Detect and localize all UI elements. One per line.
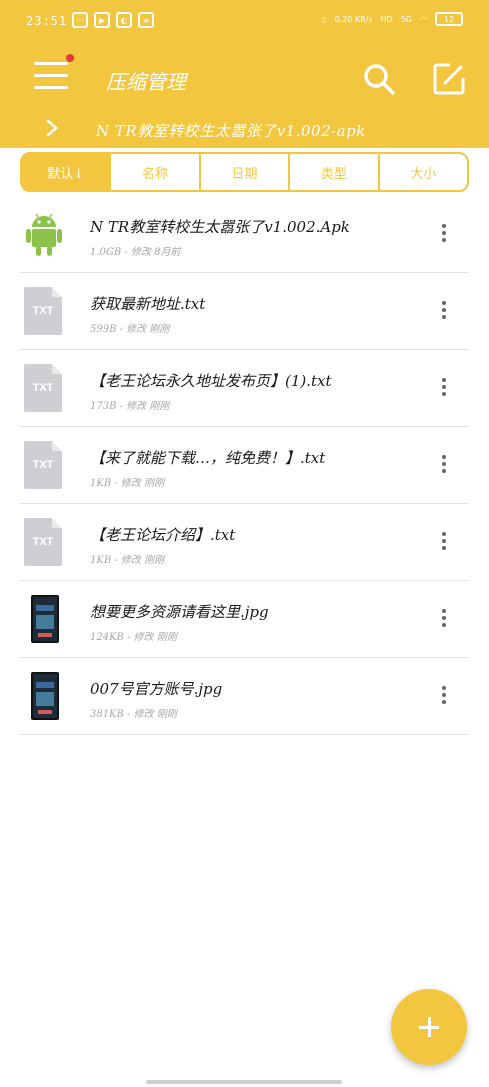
txt-label: TXT <box>32 459 54 471</box>
plus-icon-vertical <box>428 1017 431 1037</box>
signal-5g-icon: 5G <box>400 14 413 24</box>
home-indicator[interactable] <box>146 1080 342 1084</box>
more-options-icon[interactable] <box>436 532 452 556</box>
file-row[interactable]: TXT 【来了就能下载…，纯免费！】.txt 1KB - 修改 刚刚 <box>20 427 469 504</box>
status-bar: 23:51 ··· ▶ ◐ ≡ ▯ 0.20 KB/s HD 5G ◠ 12 <box>0 0 489 44</box>
file-meta: 1.0GB - 修改 8月前 <box>90 247 181 258</box>
more-options-icon[interactable] <box>436 609 452 633</box>
add-fab-button[interactable] <box>391 989 467 1065</box>
search-button[interactable] <box>362 62 398 98</box>
vibrate-icon: ▯ <box>322 14 327 24</box>
file-row[interactable]: N TR教室转校生太嚣张了v1.002.Apk 1.0GB - 修改 8月前 <box>20 196 469 273</box>
file-row[interactable]: 007号官方账号.jpg 381KB - 修改 刚刚 <box>20 658 469 735</box>
txt-file-icon: TXT <box>24 518 64 568</box>
file-meta: 173B - 修改 刚刚 <box>90 401 170 412</box>
txt-file-icon: TXT <box>24 441 64 491</box>
sort-tab-default[interactable]: 默认↓ <box>22 154 112 190</box>
image-thumbnail <box>24 672 64 722</box>
file-row[interactable]: TXT 获取最新地址.txt 599B - 修改 刚刚 <box>20 273 469 350</box>
battery-icon: 12 <box>435 12 463 26</box>
status-notification-icons: ··· ▶ ◐ ≡ <box>72 12 154 28</box>
txt-label: TXT <box>32 305 54 317</box>
battery-level: 12 <box>443 14 455 24</box>
file-name: 【来了就能下载…，纯免费！】.txt <box>90 449 326 467</box>
file-name: 【老王论坛永久地址发布页】(1).txt <box>90 372 332 390</box>
file-name: 007号官方账号.jpg <box>90 680 223 698</box>
page-title: 压缩管理 <box>106 70 186 94</box>
status-time: 23:51 <box>26 14 68 28</box>
file-row[interactable]: 想要更多资源请看这里.jpg 124KB - 修改 刚刚 <box>20 581 469 658</box>
breadcrumb-path[interactable]: N TR教室转校生太嚣张了v1.002-apk <box>96 120 366 141</box>
file-meta: 599B - 修改 刚刚 <box>90 324 170 335</box>
file-name: N TR教室转校生太嚣张了v1.002.Apk <box>90 218 350 236</box>
file-name: 想要更多资源请看这里.jpg <box>90 603 269 621</box>
menu-line-2 <box>34 74 68 77</box>
txt-label: TXT <box>32 382 54 394</box>
breadcrumb-chevron[interactable] <box>44 118 60 138</box>
file-row[interactable]: TXT 【老王论坛介绍】.txt 1KB - 修改 刚刚 <box>20 504 469 581</box>
more-options-icon[interactable] <box>436 224 452 248</box>
android-icon <box>24 210 64 260</box>
status-right-icons: ▯ 0.20 KB/s HD 5G ◠ 12 <box>322 12 463 26</box>
more-options-icon[interactable] <box>436 455 452 479</box>
txt-file-icon: TXT <box>24 287 64 337</box>
txt-file-icon: TXT <box>24 364 64 414</box>
menu-button[interactable] <box>34 62 68 90</box>
sort-bar: 默认↓ 名称 日期 类型 大小 <box>20 152 469 192</box>
message-icon: ≡ <box>138 12 154 28</box>
sort-tab-name[interactable]: 名称 <box>111 154 201 190</box>
sort-tab-type[interactable]: 类型 <box>290 154 380 190</box>
wifi-icon: ◠ <box>420 14 427 24</box>
more-notifications-icon: ··· <box>72 12 88 28</box>
app-header: 压缩管理 <box>0 44 489 112</box>
breadcrumb: N TR教室转校生太嚣张了v1.002-apk <box>0 112 489 148</box>
search-icon <box>364 64 395 95</box>
hd-icon: HD <box>380 14 393 24</box>
file-meta: 381KB - 修改 刚刚 <box>90 709 177 720</box>
file-list: N TR教室转校生太嚣张了v1.002.Apk 1.0GB - 修改 8月前 T… <box>20 196 469 735</box>
net-speed: 0.20 KB/s <box>334 14 373 24</box>
file-name: 获取最新地址.txt <box>90 295 206 313</box>
menu-line-3 <box>34 86 68 89</box>
file-meta: 124KB - 修改 刚刚 <box>90 632 177 643</box>
more-options-icon[interactable] <box>436 686 452 710</box>
file-meta: 1KB - 修改 刚刚 <box>90 478 165 489</box>
video-app-icon: ▶ <box>94 12 110 28</box>
sort-tab-size[interactable]: 大小 <box>380 154 467 190</box>
sort-tab-date[interactable]: 日期 <box>201 154 291 190</box>
file-meta: 1KB - 修改 刚刚 <box>90 555 165 566</box>
edit-button[interactable] <box>432 62 466 96</box>
file-name: 【老王论坛介绍】.txt <box>90 526 236 544</box>
more-options-icon[interactable] <box>436 301 452 325</box>
menu-line-1 <box>34 62 68 65</box>
edit-icon <box>433 63 465 95</box>
notification-dot-icon <box>66 54 74 62</box>
more-options-icon[interactable] <box>436 378 452 402</box>
file-row[interactable]: TXT 【老王论坛永久地址发布页】(1).txt 173B - 修改 刚刚 <box>20 350 469 427</box>
txt-label: TXT <box>32 536 54 548</box>
chevron-right-icon <box>46 119 58 137</box>
app-notification-icon: ◐ <box>116 12 132 28</box>
file-manager-screen: 23:51 ··· ▶ ◐ ≡ ▯ 0.20 KB/s HD 5G ◠ 12 压… <box>0 0 489 1087</box>
image-thumbnail <box>24 595 64 645</box>
